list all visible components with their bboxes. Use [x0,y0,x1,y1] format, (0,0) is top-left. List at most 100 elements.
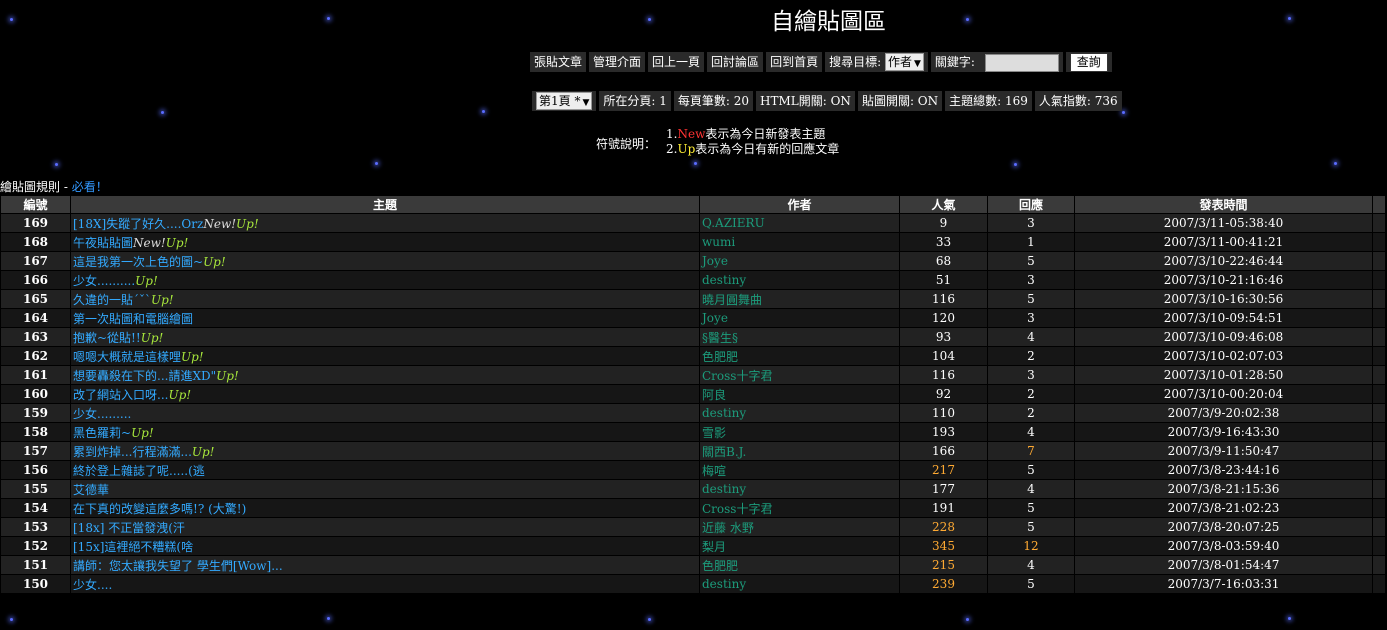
image-switch-info: 貼圖開關: ON [857,91,943,111]
author-link[interactable]: 近藤 水野 [699,517,900,537]
reply-count: 12 [987,536,1075,556]
topic-link[interactable]: 少女......... [73,407,131,421]
home-button[interactable]: 回到首頁 [766,52,823,72]
back-to-forum-button[interactable]: 回討論區 [707,52,764,72]
topic-link[interactable]: 終於登上雜誌了呢.....(逃 [73,464,205,478]
table-row: 165 久違的一貼ˊˇˋUp! 曉月圓舞曲 116 5 2007/3/10-16:30:5… [0,289,1386,309]
up-tag: Up! [181,349,204,364]
author-link[interactable]: Joye [699,308,900,328]
topic-link[interactable]: 想要轟殺在下的...請進XD" [73,369,216,383]
page-select[interactable]: 第1頁 * ▼ [536,92,593,110]
header-post-time: 發表時間 [1074,195,1373,214]
search-target-value: 作者 [887,55,912,69]
topic-link[interactable]: 少女.... [73,578,112,592]
author-link[interactable]: destiny [699,403,900,423]
up-tag: Up! [131,425,154,440]
author-link[interactable]: destiny [699,270,900,290]
table-row: 150 少女.... destiny 239 5 2007/3/7-16:03:31 [0,574,1386,594]
query-group: 查詢 [1065,52,1112,72]
chevron-down-icon: ▼ [913,59,921,69]
rule-notice: 繪貼圖規則 - 必看！ [0,178,108,195]
topic-link[interactable]: 這是我第一次上色的圖~ [73,255,203,269]
search-target-select[interactable]: 作者 ▼ [884,53,924,71]
popularity-count: 93 [899,327,988,347]
author-link[interactable]: 阿良 [699,384,900,404]
up-tag: Up! [216,368,239,383]
back-button[interactable]: 回上一頁 [648,52,705,72]
topic-link[interactable]: 午夜貼貼圖 [73,236,133,250]
keyword-input[interactable] [984,53,1059,72]
author-link[interactable]: §醫生§ [699,327,900,347]
topic-number: 152 [0,536,71,556]
reply-count: 3 [987,270,1075,290]
topic-link[interactable]: 艾德華 [73,483,109,497]
row-spacer [1372,403,1386,423]
topic-number: 169 [0,213,71,233]
reply-count: 7 [987,441,1075,461]
topic-link[interactable]: 第一次貼圖和電腦繪圖 [73,312,193,326]
table-row: 160 改了網站入口呀...Up! 阿良 92 2 2007/3/10-00:20:04 [0,384,1386,404]
popularity-count: 217 [899,460,988,480]
table-row: 161 想要轟殺在下的...請進XD"Up! Cross十字君 116 3 2007/3/… [0,365,1386,385]
author-link[interactable]: Q.AZIERU [699,213,900,233]
post-time: 2007/3/10-09:46:08 [1074,327,1373,347]
author-link[interactable]: 曉月圓舞曲 [699,289,900,309]
topic-link[interactable]: [15x]這裡絕不糟糕(啥 [73,540,193,554]
post-time: 2007/3/8-20:07:25 [1074,517,1373,537]
topic-link[interactable]: [18X]失蹤了好久....Orz [73,217,203,231]
topic-number: 157 [0,441,71,461]
author-link[interactable]: Cross十字君 [699,365,900,385]
topic-link[interactable]: 久違的一貼ˊˇˋ [73,293,151,307]
topic-number: 166 [0,270,71,290]
author-link[interactable]: destiny [699,574,900,594]
up-tag: Up! [236,216,259,231]
topic-cell: 少女......... [70,403,700,423]
topic-cell: 這是我第一次上色的圖~Up! [70,251,700,271]
post-time: 2007/3/9-20:02:38 [1074,403,1373,423]
author-link[interactable]: 梨月 [699,536,900,556]
topic-link[interactable]: [18x] 不正當發洩(汗 [73,521,185,535]
author-link[interactable]: Cross十字君 [699,498,900,518]
topic-link[interactable]: 抱歉~從貼!! [73,331,141,345]
row-spacer [1372,517,1386,537]
topic-link[interactable]: 累到炸掉...行程滿滿... [73,445,192,459]
row-spacer [1372,213,1386,233]
topic-cell: 想要轟殺在下的...請進XD"Up! [70,365,700,385]
topic-link[interactable]: 少女.......... [73,274,135,288]
author-link[interactable]: 關西B.J. [699,441,900,461]
popularity-count: 9 [899,213,988,233]
rule-notice-link[interactable]: 必看！ [72,180,108,194]
author-link[interactable]: 雪影 [699,422,900,442]
admin-panel-button[interactable]: 管理介面 [589,52,646,72]
topic-number: 162 [0,346,71,366]
topic-number: 150 [0,574,71,594]
star-decoration [1014,163,1017,166]
star-decoration [648,618,651,621]
author-link[interactable]: 色肥肥 [699,346,900,366]
row-spacer [1372,270,1386,290]
topic-cell: 在下真的改變這麼多嗎!? (大驚!) [70,498,700,518]
topic-link[interactable]: 講師：您太讓我失望了 學生們[Wow]... [73,559,283,573]
author-link[interactable]: destiny [699,479,900,499]
table-row: 167 這是我第一次上色的圖~Up! Joye 68 5 2007/3/10-22:46:… [0,251,1386,271]
row-spacer [1372,308,1386,328]
author-link[interactable]: Joye [699,251,900,271]
topic-number: 165 [0,289,71,309]
post-article-button[interactable]: 張貼文章 [530,52,587,72]
author-link[interactable]: 色肥肥 [699,555,900,575]
topic-link[interactable]: 嗯嗯大概就是這樣哩 [73,350,181,364]
topic-cell: 午夜貼貼圖New!Up! [70,232,700,252]
author-link[interactable]: 梅喧 [699,460,900,480]
topic-link[interactable]: 黑色羅莉~ [73,426,131,440]
topic-number: 161 [0,365,71,385]
popularity-count: 116 [899,289,988,309]
up-tag: Up! [140,330,164,345]
star-decoration [482,110,485,113]
topic-table-body: 169 [18X]失蹤了好久....OrzNew!Up! Q.AZIERU 9 3 200… [0,213,1386,594]
topic-link[interactable]: 改了網站入口呀... [73,388,168,402]
topic-total-info: 主題總數: 169 [945,91,1032,111]
author-link[interactable]: wumi [699,232,900,252]
topic-cell: 嗯嗯大概就是這樣哩Up! [70,346,700,366]
query-button[interactable]: 查詢 [1069,53,1108,72]
topic-link[interactable]: 在下真的改變這麼多嗎!? (大驚!) [73,502,246,516]
